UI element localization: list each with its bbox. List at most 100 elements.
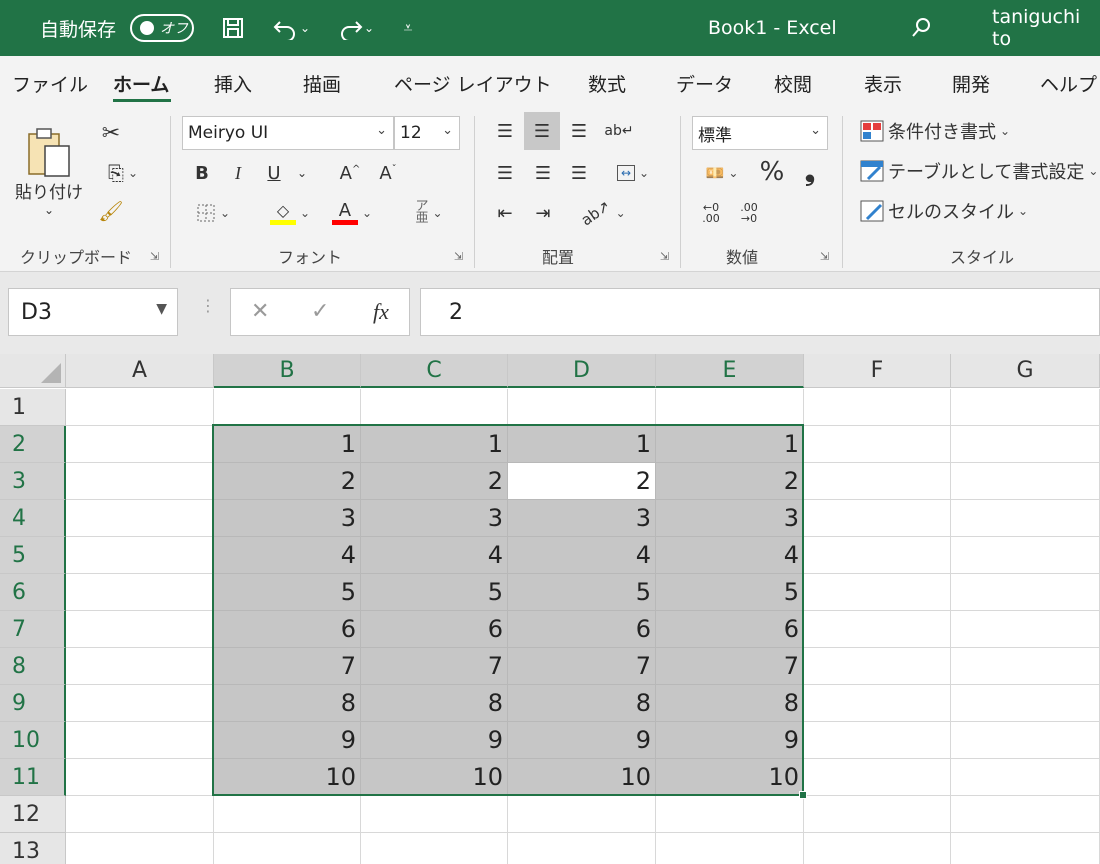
cell-e3[interactable]: 2	[656, 463, 804, 500]
font-launcher-icon[interactable]: ⇲	[454, 250, 463, 263]
redo-button[interactable]: ⌄	[330, 12, 380, 44]
column-header-c[interactable]: C	[361, 354, 508, 388]
cell-e7[interactable]: 6	[656, 611, 804, 648]
cell-f1[interactable]	[804, 389, 951, 426]
accounting-format-button[interactable]: 💴 ⌄	[694, 158, 750, 188]
cell-d11[interactable]: 10	[508, 759, 656, 796]
cell-b4[interactable]: 3	[214, 500, 361, 537]
row-header-1[interactable]: 1	[0, 389, 66, 426]
cell-c9[interactable]: 8	[361, 685, 508, 722]
customize-qat-button[interactable]: ⩡	[396, 12, 420, 44]
cell-e2[interactable]: 1	[656, 426, 804, 463]
tab-developer[interactable]: 開発	[952, 70, 990, 97]
increase-font-button[interactable]: A^	[334, 158, 366, 188]
tab-review[interactable]: 校閲	[774, 70, 812, 97]
paste-button[interactable]: 貼り付け ⌄	[14, 116, 84, 226]
cell-b5[interactable]: 4	[214, 537, 361, 574]
cell-a3[interactable]	[66, 463, 214, 500]
cell-d5[interactable]: 4	[508, 537, 656, 574]
cell-b1[interactable]	[214, 389, 361, 426]
tab-formulas[interactable]: 数式	[588, 70, 626, 97]
undo-button[interactable]: ⌄	[266, 12, 316, 44]
cell-a13[interactable]	[66, 833, 214, 864]
decrease-indent-button[interactable]: ⇤	[490, 198, 520, 228]
cancel-icon[interactable]: ✕	[251, 299, 269, 324]
row-header-7[interactable]: 7	[0, 611, 66, 648]
cell-g5[interactable]	[951, 537, 1100, 574]
cell-a6[interactable]	[66, 574, 214, 611]
cell-c5[interactable]: 4	[361, 537, 508, 574]
cell-e5[interactable]: 4	[656, 537, 804, 574]
cell-a8[interactable]	[66, 648, 214, 685]
conditional-formatting-button[interactable]: 条件付き書式 ⌄	[860, 116, 1010, 146]
cell-e10[interactable]: 9	[656, 722, 804, 759]
cell-a1[interactable]	[66, 389, 214, 426]
cell-g2[interactable]	[951, 426, 1100, 463]
column-header-e[interactable]: E	[656, 354, 804, 388]
tab-insert[interactable]: 挿入	[214, 70, 252, 97]
row-header-3[interactable]: 3	[0, 463, 66, 500]
tab-view[interactable]: 表示	[864, 70, 902, 97]
wrap-text-button[interactable]: ab↵	[604, 116, 634, 146]
cell-a11[interactable]	[66, 759, 214, 796]
row-header-8[interactable]: 8	[0, 648, 66, 685]
cell-d13[interactable]	[508, 833, 656, 864]
cell-e6[interactable]: 5	[656, 574, 804, 611]
row-header-2[interactable]: 2	[0, 426, 66, 463]
cell-e12[interactable]	[656, 796, 804, 833]
cell-e1[interactable]	[656, 389, 804, 426]
cell-styles-button[interactable]: セルのスタイル ⌄	[860, 196, 1028, 226]
cell-g10[interactable]	[951, 722, 1100, 759]
column-header-f[interactable]: F	[804, 354, 951, 388]
cell-f6[interactable]	[804, 574, 951, 611]
format-painter-button[interactable]: 🖌	[96, 196, 126, 226]
cell-g13[interactable]	[951, 833, 1100, 864]
clipboard-launcher-icon[interactable]: ⇲	[150, 250, 159, 263]
cell-a5[interactable]	[66, 537, 214, 574]
cell-b2[interactable]: 1	[214, 426, 361, 463]
fill-handle[interactable]	[799, 791, 807, 799]
cell-a4[interactable]	[66, 500, 214, 537]
cell-g6[interactable]	[951, 574, 1100, 611]
worksheet-grid[interactable]: ABCDEFG 1 2 3 4 5 6 7 8 9 10 11 12 13 11112222333344…	[0, 354, 1100, 864]
cell-f2[interactable]	[804, 426, 951, 463]
cell-b11[interactable]: 10	[214, 759, 361, 796]
row-header-9[interactable]: 9	[0, 685, 66, 722]
cell-e8[interactable]: 7	[656, 648, 804, 685]
cell-b10[interactable]: 9	[214, 722, 361, 759]
cell-d6[interactable]: 5	[508, 574, 656, 611]
align-right-button[interactable]: ☰	[564, 158, 594, 188]
cell-d10[interactable]: 9	[508, 722, 656, 759]
font-color-button[interactable]: A ⌄	[324, 196, 380, 230]
cell-g1[interactable]	[951, 389, 1100, 426]
resize-handle-icon[interactable]: ⋮	[200, 296, 216, 315]
cell-d2[interactable]: 1	[508, 426, 656, 463]
cell-b8[interactable]: 7	[214, 648, 361, 685]
cell-d7[interactable]: 6	[508, 611, 656, 648]
cell-f9[interactable]	[804, 685, 951, 722]
italic-button[interactable]: I	[226, 158, 250, 188]
cell-f12[interactable]	[804, 796, 951, 833]
select-all-button[interactable]	[0, 354, 66, 388]
cell-a10[interactable]	[66, 722, 214, 759]
column-header-b[interactable]: B	[214, 354, 361, 388]
tab-help[interactable]: ヘルプ	[1040, 70, 1097, 97]
cell-f5[interactable]	[804, 537, 951, 574]
increase-indent-button[interactable]: ⇥	[528, 198, 558, 228]
cell-c11[interactable]: 10	[361, 759, 508, 796]
cell-g9[interactable]	[951, 685, 1100, 722]
row-header-10[interactable]: 10	[0, 722, 66, 759]
align-bottom-button[interactable]: ☰	[564, 116, 594, 146]
alignment-launcher-icon[interactable]: ⇲	[660, 250, 669, 263]
cell-b9[interactable]: 8	[214, 685, 361, 722]
number-format-combo[interactable]: 標準 ⌄	[692, 116, 828, 150]
formula-input[interactable]: 2	[420, 288, 1100, 336]
cell-c1[interactable]	[361, 389, 508, 426]
cell-d1[interactable]	[508, 389, 656, 426]
name-box[interactable]: D3 ▼	[8, 288, 178, 336]
cell-c8[interactable]: 7	[361, 648, 508, 685]
cell-f11[interactable]	[804, 759, 951, 796]
cell-b13[interactable]	[214, 833, 361, 864]
cell-b6[interactable]: 5	[214, 574, 361, 611]
align-middle-button[interactable]: ☰	[524, 112, 560, 150]
